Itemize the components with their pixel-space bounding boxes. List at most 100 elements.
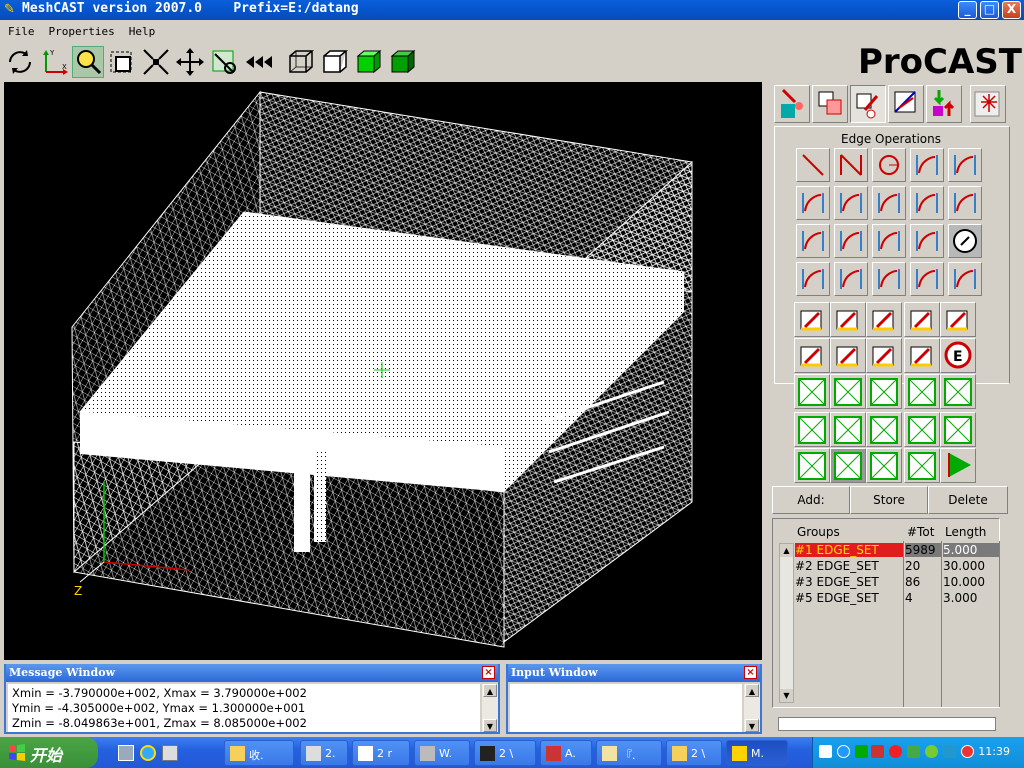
input-field[interactable] [510,684,742,732]
undo-icon[interactable] [904,302,940,337]
update-icon[interactable] [907,745,920,758]
volume-icon[interactable] [943,745,956,758]
grid-star-icon[interactable] [794,448,830,483]
delete-split-icon[interactable] [796,262,830,296]
play-icon[interactable] [940,448,976,483]
trim-edge-icon[interactable] [834,224,868,258]
axes-icon[interactable]: YX [38,46,70,78]
taskbar-item[interactable]: W. [414,740,470,766]
edge-length-icon[interactable] [872,262,906,296]
circle-edge-icon[interactable] [872,148,906,182]
taskbar-item[interactable]: 2 \ [474,740,536,766]
shaded-cube-icon[interactable] [352,46,384,78]
grid-check-icon[interactable] [866,448,902,483]
tab-import-export[interactable] [926,85,962,123]
join-curve-icon[interactable] [910,224,944,258]
add-button[interactable]: Add: [772,486,850,514]
scroll-up-icon[interactable]: ▲ [780,544,793,557]
maximize-button[interactable]: □ [980,1,999,19]
menu-help[interactable]: Help [121,22,162,38]
tri-dot-icon[interactable] [794,374,830,409]
info-icon[interactable] [830,302,866,337]
cube-select-icon[interactable] [794,302,830,337]
mark-edge-icon[interactable] [794,338,830,373]
solid-cube-icon[interactable] [386,46,418,78]
menu-properties[interactable]: Properties [41,22,121,38]
paste-select-icon[interactable] [940,412,976,447]
keyboard-icon[interactable] [819,745,832,758]
minimize-button[interactable]: _ [958,1,977,19]
group-row[interactable]: #1 EDGE_SET 5989 5.000 [795,543,1001,559]
tri-red-icon[interactable] [866,374,902,409]
edge-arrow-icon[interactable] [910,186,944,220]
divide-edge-icon[interactable] [834,262,868,296]
input-scrollbar[interactable]: ▲ ▼ [744,684,760,732]
scroll-up-icon[interactable]: ▲ [745,684,759,697]
pick-icon[interactable] [208,46,240,78]
edge-point-icon[interactable] [948,262,982,296]
grid-eyes-icon[interactable] [830,448,866,483]
green-check-icon[interactable] [904,338,940,373]
circle-cross-icon[interactable] [794,412,830,447]
unmark-edge-icon[interactable] [830,338,866,373]
security-icon[interactable] [871,745,884,758]
title-bar[interactable]: ✎ MeshCAST version 2007.0 Prefix=E:/data… [0,0,1024,20]
extrude-edge-icon[interactable] [872,186,906,220]
pan-icon[interactable] [174,46,206,78]
show-desktop-icon[interactable] [118,745,134,761]
tri-swap-icon[interactable] [830,412,866,447]
taskbar-item[interactable]: 2. [300,740,348,766]
store-button[interactable]: Store [850,486,928,514]
tab-edges[interactable] [850,85,886,123]
line-edge-icon[interactable] [796,148,830,182]
mesh-viewport[interactable]: Z [4,82,762,660]
arc-move-icon[interactable] [948,148,982,182]
green-mark-icon[interactable] [866,338,902,373]
rewind-icon[interactable] [242,46,274,78]
tri-edit-icon[interactable] [904,374,940,409]
hidden-cube-icon[interactable] [318,46,350,78]
messenger-icon[interactable] [925,745,938,758]
menu-file[interactable]: File [0,22,41,38]
select-box-icon[interactable] [106,46,138,78]
hammer-icon[interactable] [866,412,902,447]
polyline-edge-icon[interactable] [834,148,868,182]
network-icon[interactable] [855,745,868,758]
cut-numbered-icon[interactable] [872,224,906,258]
save-print-icon[interactable] [940,302,976,337]
taskbar-item[interactable]: A. [540,740,592,766]
zoom-icon[interactable] [72,46,104,78]
mesh-select-icon[interactable] [866,302,902,337]
shrink-icon[interactable] [140,46,172,78]
copy-select-icon[interactable] [904,412,940,447]
tri-double-icon[interactable] [940,374,976,409]
cut-edge-icon[interactable] [796,224,830,258]
compass-icon[interactable] [948,224,982,258]
tab-mesh[interactable] [888,85,924,123]
group-row[interactable]: #5 EDGE_SET 4 3.000 [795,591,1001,607]
numbered-arc-icon[interactable] [910,148,944,182]
tab-surface[interactable] [812,85,848,123]
antivirus-icon[interactable] [961,745,974,758]
delete-button[interactable]: Delete [928,486,1008,514]
taskbar-item[interactable]: 2 \ [666,740,722,766]
close-icon[interactable]: × [482,666,495,679]
close-button[interactable]: X [1002,1,1021,19]
start-button[interactable]: 开始 [0,737,98,768]
message-scrollbar[interactable]: ▲ ▼ [482,684,498,732]
plane-edge-icon[interactable] [948,186,982,220]
curve-edge-icon[interactable] [834,186,868,220]
groups-scrollbar[interactable]: ▲ ▼ [779,543,794,703]
scroll-down-icon[interactable]: ▼ [483,719,497,732]
scroll-up-icon[interactable]: ▲ [483,684,497,697]
scroll-down-icon[interactable]: ▼ [745,719,759,732]
taskbar-item[interactable]: 『. [596,740,662,766]
rotate-icon[interactable] [4,46,36,78]
split-edge-icon[interactable] [796,186,830,220]
taskbar-item[interactable]: 2 r [352,740,410,766]
group-row[interactable]: #3 EDGE_SET 86 10.000 [795,575,1001,591]
wireframe-cube-icon[interactable] [284,46,316,78]
no-entry-icon[interactable]: E [940,338,976,373]
scroll-down-icon[interactable]: ▼ [780,689,793,702]
tab-geometry[interactable] [774,85,810,123]
